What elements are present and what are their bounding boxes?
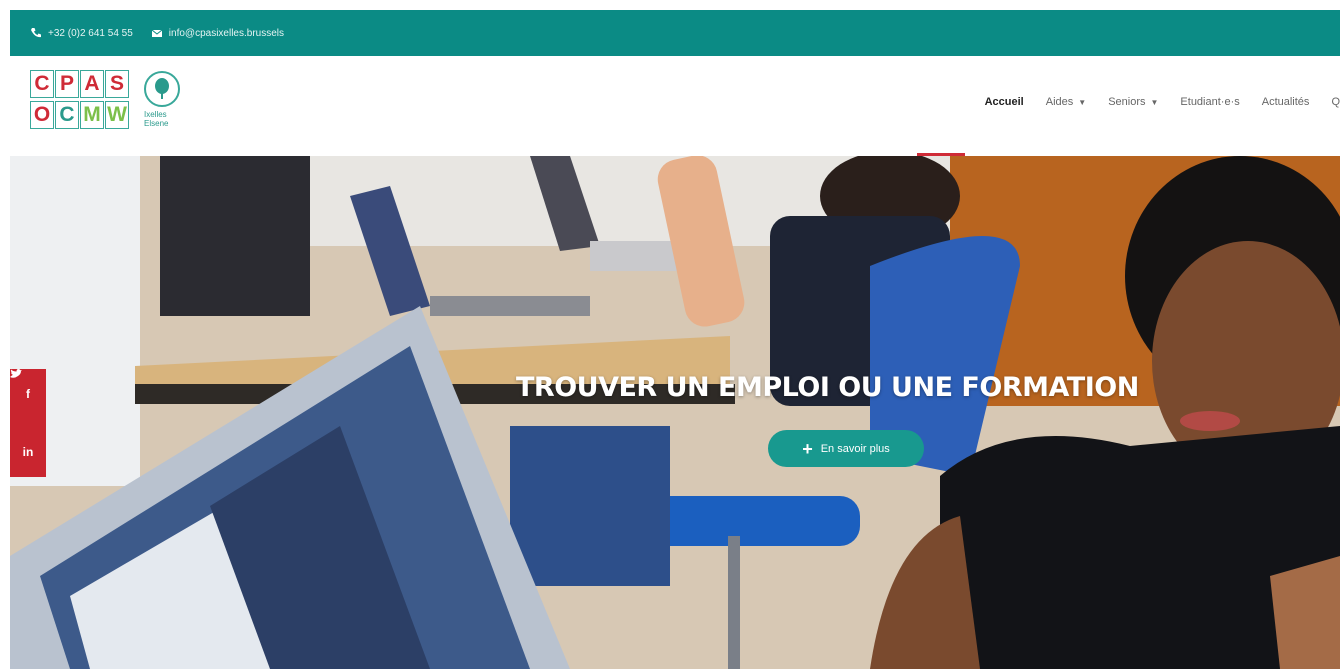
- nav-item-label: Etudiant·e·s: [1180, 96, 1240, 108]
- page: +32 (0)2 641 54 55 info@cpasixelles.brus…: [10, 10, 1340, 669]
- nav-item-accueil[interactable]: Accueil: [985, 96, 1024, 108]
- chevron-down-icon: ▼: [1078, 97, 1087, 107]
- nav-item-label: Seniors: [1108, 96, 1146, 108]
- phone-number: +32 (0)2 641 54 55: [48, 27, 133, 39]
- logo-letter: A: [80, 70, 104, 98]
- nav-item-label: Accueil: [984, 96, 1024, 108]
- logo-letter: W: [105, 101, 129, 129]
- learn-more-label: En savoir plus: [820, 442, 890, 455]
- email-address: info@cpasixelles.brussels: [168, 27, 284, 39]
- contact-bar: +32 (0)2 641 54 55 info@cpasixelles.brus…: [10, 10, 1340, 56]
- site-header: C P A S O C M W Ixelles Elsene Accueil A…: [10, 56, 1340, 156]
- logo-subtitle-fr: Ixelles: [144, 110, 167, 119]
- logo-letter: O: [30, 101, 54, 129]
- tree-icon: [144, 71, 180, 107]
- main-nav: Accueil Aides ▼ Seniors ▼ Etudiant·e·s Act…: [985, 96, 1340, 108]
- phone-icon: [31, 28, 41, 38]
- plus-icon: +: [802, 438, 813, 459]
- cpas-logo[interactable]: C P A S O C M W Ixelles Elsene: [30, 70, 190, 140]
- phone-contact[interactable]: +32 (0)2 641 54 55: [30, 27, 133, 39]
- social-share-bar: f in: [10, 369, 46, 477]
- logo-letter: C: [55, 101, 79, 129]
- logo-letter: S: [105, 70, 129, 98]
- facebook-icon[interactable]: f: [26, 388, 30, 400]
- linkedin-icon[interactable]: in: [23, 446, 34, 458]
- logo-subtitle-nl: Elsene: [144, 119, 169, 128]
- email-contact[interactable]: info@cpasixelles.brussels: [151, 27, 284, 39]
- nav-item-seniors[interactable]: Seniors ▼: [1108, 96, 1158, 108]
- hero-background-image: [10, 156, 1340, 669]
- nav-item-label: Aides: [1045, 96, 1074, 108]
- nav-item-actualites[interactable]: Actualités: [1262, 96, 1310, 108]
- nav-item-aides[interactable]: Aides ▼: [1046, 96, 1086, 108]
- nav-item-label: Q: [1331, 96, 1340, 108]
- envelope-icon: [151, 29, 163, 37]
- logo-letter: C: [30, 70, 54, 98]
- hero-title: TROUVER UN EMPLOI OU UNE FORMATION: [516, 372, 1139, 403]
- logo-letter: M: [80, 101, 104, 129]
- logo-letter: P: [55, 70, 79, 98]
- chevron-down-icon: ▼: [1150, 97, 1159, 107]
- hero-slider: TROUVER UN EMPLOI OU UNE FORMATION + En …: [10, 156, 1340, 669]
- nav-item-etudiants[interactable]: Etudiant·e·s: [1180, 96, 1239, 108]
- logo-subtitle: Ixelles Elsene: [144, 110, 168, 128]
- learn-more-button[interactable]: + En savoir plus: [768, 430, 924, 467]
- nav-item-label: Actualités: [1261, 96, 1310, 108]
- nav-item-truncated[interactable]: Q: [1331, 96, 1340, 108]
